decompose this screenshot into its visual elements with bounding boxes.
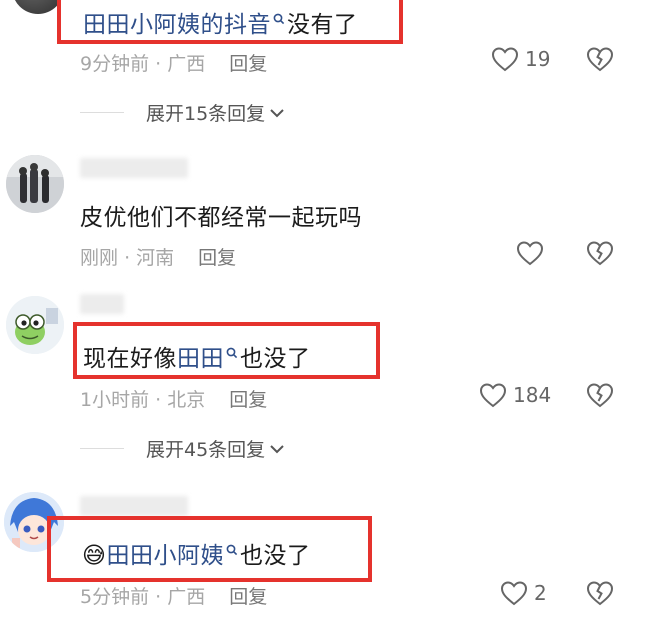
avatar-image xyxy=(6,296,64,354)
dislike-button[interactable] xyxy=(586,382,614,412)
reply-button[interactable]: 回复 xyxy=(229,389,267,411)
reply-button[interactable]: 回复 xyxy=(198,247,236,269)
highlight-box xyxy=(47,516,372,582)
chevron-down-icon xyxy=(270,108,284,117)
comment-meta: 9分钟前 · 广西 回复 xyxy=(80,53,268,75)
heart-icon xyxy=(479,383,507,408)
expand-replies[interactable]: 展开15条回复 xyxy=(80,99,285,126)
reply-button[interactable]: 回复 xyxy=(229,586,267,608)
broken-heart-icon xyxy=(586,241,614,266)
like-button[interactable]: 184 xyxy=(479,382,551,408)
dislike-button[interactable] xyxy=(586,580,614,610)
heart-icon xyxy=(491,47,519,72)
broken-heart-icon xyxy=(586,47,614,72)
reply-button[interactable]: 回复 xyxy=(229,53,267,75)
comment-meta: 5分钟前 · 广西 回复 xyxy=(80,586,268,608)
username[interactable] xyxy=(80,158,188,178)
broken-heart-icon xyxy=(586,581,614,606)
divider xyxy=(80,448,124,449)
like-button[interactable] xyxy=(516,240,544,266)
like-button[interactable]: 19 xyxy=(491,46,550,72)
avatar[interactable] xyxy=(6,155,64,213)
divider xyxy=(80,112,124,113)
comment-meta: 1小时前 · 北京 回复 xyxy=(80,389,268,411)
dislike-button[interactable] xyxy=(586,240,614,270)
dislike-button[interactable] xyxy=(586,46,614,76)
comment-text: 皮优他们不都经常一起玩吗 xyxy=(80,205,362,231)
avatar-image xyxy=(6,155,64,213)
avatar[interactable] xyxy=(6,296,64,354)
heart-icon xyxy=(516,241,544,266)
comment-meta: 刚刚 · 河南 回复 xyxy=(80,247,237,269)
chevron-down-icon xyxy=(270,444,284,453)
like-count: 184 xyxy=(513,383,552,407)
username[interactable] xyxy=(80,496,188,516)
highlight-box xyxy=(73,322,380,379)
expand-replies[interactable]: 展开45条回复 xyxy=(80,435,285,462)
highlight-box xyxy=(57,0,403,44)
broken-heart-icon xyxy=(586,383,614,408)
like-count: 2 xyxy=(534,581,547,605)
like-count: 19 xyxy=(525,47,551,71)
username[interactable] xyxy=(80,294,124,314)
like-button[interactable]: 2 xyxy=(500,580,547,606)
heart-icon xyxy=(500,581,528,606)
